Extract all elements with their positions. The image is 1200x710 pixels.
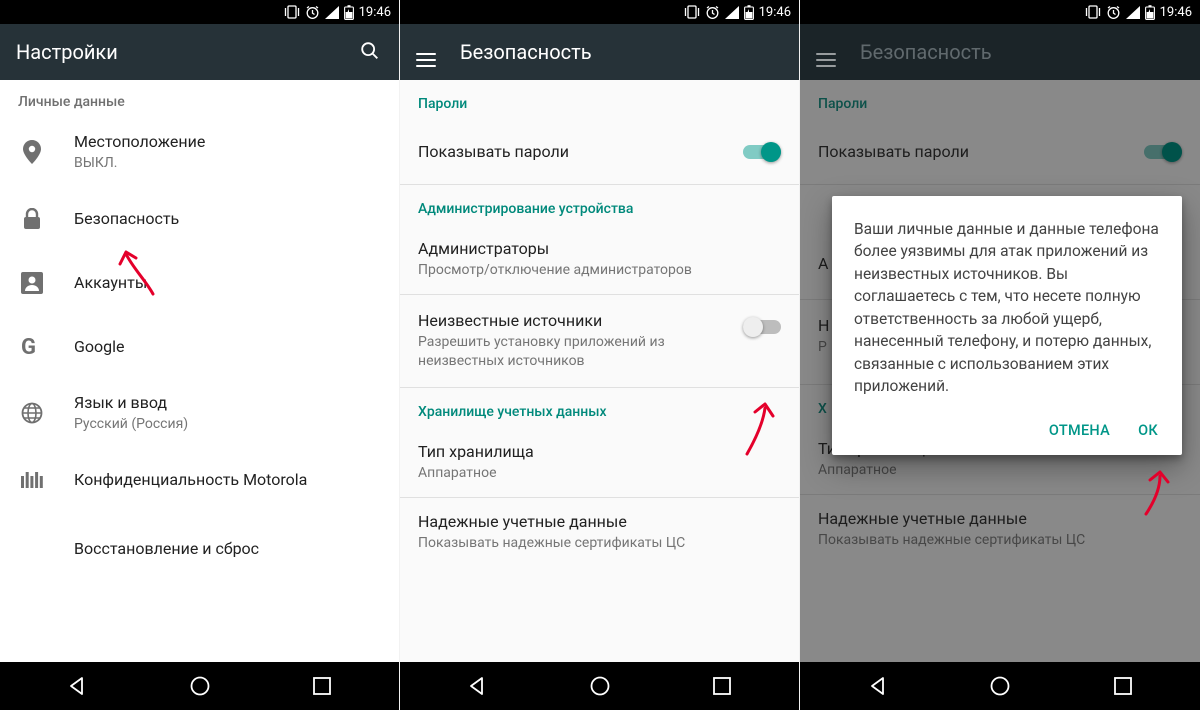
security-item-unknown-sources[interactable]: Неизвестные источники Разрешить установк… (400, 295, 799, 387)
page-title: Настройки (16, 40, 339, 64)
search-icon[interactable] (359, 40, 383, 64)
app-bar: Безопасность (800, 24, 1200, 80)
privacy-icon (18, 470, 46, 490)
app-bar: Безопасность (400, 24, 799, 80)
svg-text:G: G (21, 336, 36, 358)
menu-icon[interactable] (416, 40, 440, 64)
vibrate-icon (284, 5, 300, 19)
nav-bar (400, 662, 799, 710)
signal-icon (325, 6, 339, 19)
vibrate-icon (1085, 5, 1101, 19)
item-title: Конфиденциальность Motorola (74, 470, 381, 490)
security-content-dimmed: Пароли Показывать пароли А Н Р Х (800, 80, 1200, 662)
nav-back-icon[interactable] (32, 662, 122, 710)
item-title: Восстановление и сброс (74, 539, 381, 559)
nav-recent-icon[interactable] (677, 662, 767, 710)
status-time: 19:46 (359, 5, 391, 20)
settings-item-reset[interactable]: Восстановление и сброс (0, 512, 399, 576)
show-passwords-switch[interactable] (743, 142, 781, 162)
section-personal: Личные данные (0, 80, 399, 118)
dialog-text: Ваши личные данные и данные телефона бол… (854, 218, 1160, 398)
security-item-trusted-creds[interactable]: Надежные учетные данные Показывать надеж… (400, 498, 799, 567)
item-sub: Показывать надежные сертификаты ЦС (418, 534, 781, 553)
item-sub: Просмотр/отключение администраторов (418, 261, 781, 280)
page-title: Безопасность (860, 40, 1184, 64)
settings-item-location[interactable]: Местоположение ВЫКЛ. (0, 118, 399, 187)
section-cred-storage: Хранилище учетных данных (400, 388, 799, 428)
dialog-cancel-button[interactable]: ОТМЕНА (1049, 422, 1110, 439)
status-bar: 19:46 (800, 0, 1200, 24)
alarm-icon (305, 5, 320, 20)
screen-security-dialog: 19:46 Безопасность Пароли Показывать пар… (800, 0, 1200, 710)
section-passwords: Пароли (400, 80, 799, 120)
nav-back-icon[interactable] (833, 662, 923, 710)
menu-icon[interactable] (816, 40, 840, 64)
item-sub: Разрешить установку приложений из неизве… (418, 333, 731, 371)
item-title: Администраторы (418, 239, 781, 259)
settings-item-google[interactable]: G Google (0, 315, 399, 379)
nav-home-icon[interactable] (555, 662, 645, 710)
item-title: Неизвестные источники (418, 311, 731, 331)
battery-icon (744, 5, 754, 20)
item-sub: Аппаратное (418, 464, 781, 483)
battery-icon (1145, 5, 1155, 20)
screen-settings: 19:46 Настройки Личные данные Местополож… (0, 0, 400, 710)
unknown-sources-switch[interactable] (743, 317, 781, 337)
google-icon: G (18, 336, 46, 358)
security-content: Пароли Показывать пароли Администрирован… (400, 80, 799, 662)
battery-icon (344, 5, 354, 20)
location-icon (18, 140, 46, 164)
nav-home-icon[interactable] (155, 662, 245, 710)
account-icon (18, 272, 46, 294)
status-time: 19:46 (759, 5, 791, 20)
item-title: Тип хранилища (418, 442, 781, 462)
alarm-icon (1106, 5, 1121, 20)
item-sub: Русский (Россия) (74, 415, 381, 434)
status-bar: 19:46 (0, 0, 399, 24)
item-title: Безопасность (74, 209, 381, 229)
vibrate-icon (684, 5, 700, 19)
security-item-storage-type[interactable]: Тип хранилища Аппаратное (400, 428, 799, 497)
item-title: Google (74, 337, 381, 357)
item-title: Местоположение (74, 132, 381, 152)
nav-home-icon[interactable] (955, 662, 1045, 710)
item-title: Надежные учетные данные (418, 512, 781, 532)
item-title: Показывать пароли (418, 142, 731, 162)
alarm-icon (705, 5, 720, 20)
app-bar: Настройки (0, 24, 399, 80)
settings-item-accounts[interactable]: Аккаунты (0, 251, 399, 315)
signal-icon (1126, 6, 1140, 19)
nav-recent-icon[interactable] (1078, 662, 1168, 710)
signal-icon (725, 6, 739, 19)
nav-recent-icon[interactable] (277, 662, 367, 710)
security-item-show-passwords[interactable]: Показывать пароли (400, 120, 799, 184)
globe-icon (18, 402, 46, 424)
nav-bar (800, 662, 1200, 710)
page-title: Безопасность (460, 40, 783, 64)
settings-item-language[interactable]: Язык и ввод Русский (Россия) (0, 379, 399, 448)
security-item-admins[interactable]: Администраторы Просмотр/отключение админ… (400, 225, 799, 294)
settings-content: Личные данные Местоположение ВЫКЛ. Безоп… (0, 80, 399, 662)
confirm-dialog: Ваши личные данные и данные телефона бол… (832, 196, 1182, 455)
nav-bar (0, 662, 399, 710)
section-device-admin: Администрирование устройства (400, 185, 799, 225)
item-title: Язык и ввод (74, 393, 381, 413)
status-bar: 19:46 (400, 0, 799, 24)
item-sub: ВЫКЛ. (74, 154, 381, 173)
settings-item-security[interactable]: Безопасность (0, 187, 399, 251)
dialog-ok-button[interactable]: ОК (1138, 422, 1158, 439)
status-time: 19:46 (1160, 5, 1192, 20)
lock-icon (18, 208, 46, 230)
settings-item-privacy[interactable]: Конфиденциальность Motorola (0, 448, 399, 512)
item-title: Аккаунты (74, 273, 381, 293)
nav-back-icon[interactable] (432, 662, 522, 710)
screen-security: 19:46 Безопасность Пароли Показывать пар… (400, 0, 800, 710)
